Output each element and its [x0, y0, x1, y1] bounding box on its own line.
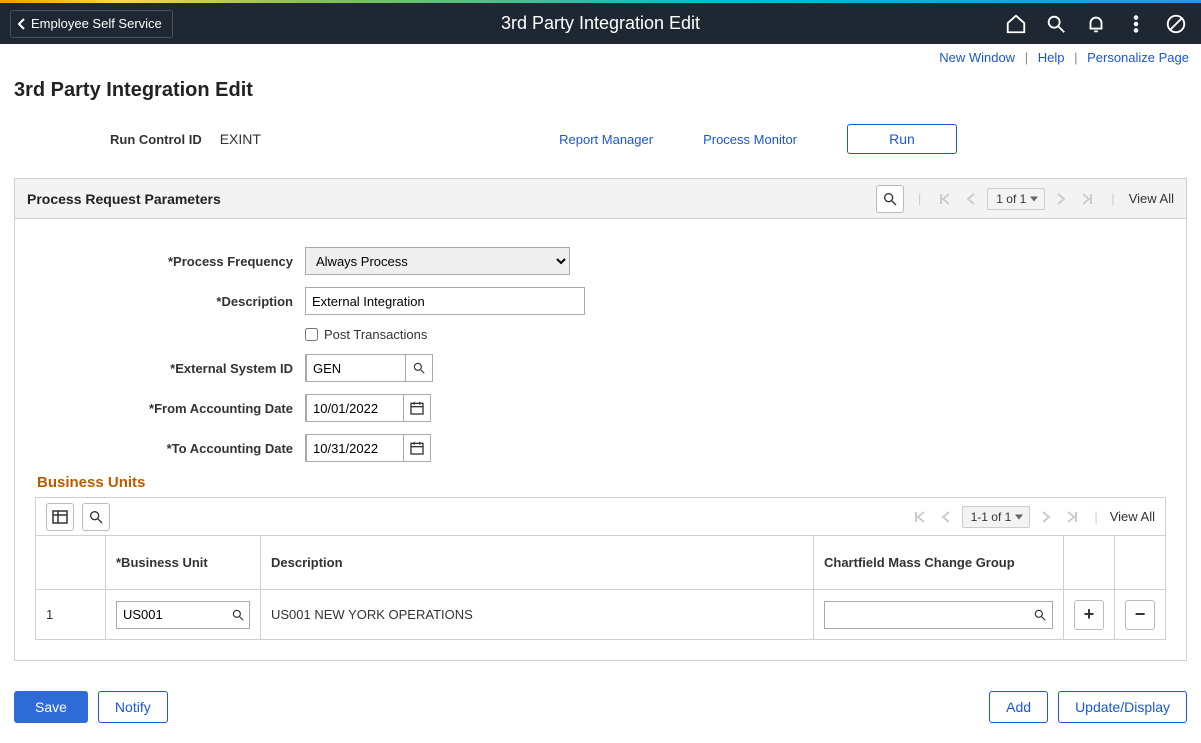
description-input[interactable]: [305, 287, 585, 315]
bottom-toolbar: Save Notify Add Update/Display: [0, 681, 1201, 743]
new-window-link[interactable]: New Window: [939, 50, 1015, 65]
record-nav: 1 of 1: [935, 188, 1097, 210]
to-accounting-date-input[interactable]: [306, 434, 404, 462]
post-transactions-label: Post Transactions: [324, 327, 427, 342]
section-header-tools: | 1 of 1 | View All: [876, 185, 1174, 213]
view-all-link[interactable]: View All: [1129, 191, 1174, 206]
notify-button[interactable]: Notify: [98, 691, 168, 723]
home-icon[interactable]: [1005, 13, 1027, 35]
business-unit-input[interactable]: [117, 602, 228, 628]
business-units-toolbar: 1-1 of 1 | View All: [35, 497, 1166, 535]
business-units-grid: *Business Unit Description Chartfield Ma…: [35, 535, 1166, 640]
process-frequency-select[interactable]: Always Process: [305, 247, 570, 275]
section-header: Process Request Parameters | 1 of 1 | Vi…: [15, 179, 1186, 219]
table-row: 1 US001 NEW YORK OPERATIONS: [36, 590, 1166, 640]
find-button[interactable]: [876, 185, 904, 213]
external-system-lookup-icon[interactable]: [406, 361, 432, 375]
grid-next-icon[interactable]: [1036, 507, 1056, 527]
find-in-grid-button[interactable]: [82, 503, 110, 531]
last-record-icon[interactable]: [1077, 189, 1097, 209]
external-system-id-label: *External System ID: [35, 361, 305, 376]
update-display-button[interactable]: Update/Display: [1058, 691, 1187, 723]
col-business-unit[interactable]: *Business Unit: [106, 536, 261, 590]
back-button-label: Employee Self Service: [31, 16, 162, 31]
to-accounting-date-label: *To Accounting Date: [35, 441, 305, 456]
page-title: 3rd Party Integration Edit: [14, 79, 1187, 102]
help-link[interactable]: Help: [1038, 50, 1065, 65]
to-date-calendar-icon[interactable]: [404, 440, 430, 456]
process-monitor-link[interactable]: Process Monitor: [703, 132, 797, 147]
run-button[interactable]: Run: [847, 124, 957, 154]
add-button[interactable]: Add: [989, 691, 1048, 723]
next-record-icon[interactable]: [1051, 189, 1071, 209]
back-button[interactable]: Employee Self Service: [10, 10, 173, 38]
add-row-button[interactable]: +: [1074, 600, 1104, 630]
post-transactions-checkbox[interactable]: [305, 328, 318, 341]
record-counter-select[interactable]: 1 of 1: [987, 188, 1045, 210]
search-icon: [882, 191, 898, 207]
col-chartfield-mass-change-group[interactable]: Chartfield Mass Change Group: [814, 536, 1064, 590]
save-button[interactable]: Save: [14, 691, 88, 723]
delete-row-button[interactable]: −: [1125, 600, 1155, 630]
page-utility-links: New Window | Help | Personalize Page: [0, 44, 1201, 65]
chartfield-group-lookup-icon[interactable]: [1029, 608, 1052, 622]
chevron-left-icon: [17, 17, 27, 31]
row-description: US001 NEW YORK OPERATIONS: [261, 590, 814, 640]
run-control-row: Run Control ID EXINT Report Manager Proc…: [0, 110, 1201, 178]
separator: |: [1025, 50, 1028, 65]
bell-icon[interactable]: [1085, 13, 1107, 35]
section-title: Process Request Parameters: [27, 191, 221, 207]
grid-last-icon[interactable]: [1062, 507, 1082, 527]
separator: |: [918, 191, 921, 206]
description-label: *Description: [35, 294, 305, 309]
report-manager-link[interactable]: Report Manager: [559, 132, 653, 147]
from-date-calendar-icon[interactable]: [404, 400, 430, 416]
personalize-grid-button[interactable]: [46, 503, 74, 531]
search-icon[interactable]: [1045, 13, 1067, 35]
personalize-link[interactable]: Personalize Page: [1087, 50, 1189, 65]
search-icon: [88, 509, 104, 525]
grid-counter-select[interactable]: 1-1 of 1: [962, 506, 1031, 528]
compass-icon[interactable]: [1165, 13, 1187, 35]
grid-header-row: *Business Unit Description Chartfield Ma…: [36, 536, 1166, 590]
app-header-actions: [1005, 13, 1201, 35]
page-heading-area: 3rd Party Integration Edit: [0, 65, 1201, 110]
separator: |: [1111, 191, 1114, 206]
from-accounting-date-input[interactable]: [306, 394, 404, 422]
prev-record-icon[interactable]: [961, 189, 981, 209]
run-control-id-value: EXINT: [220, 131, 261, 147]
business-unit-lookup-icon[interactable]: [228, 608, 249, 622]
process-frequency-label: *Process Frequency: [35, 254, 305, 269]
form-body: *Process Frequency Always Process *Descr…: [15, 219, 1186, 660]
separator: |: [1094, 509, 1097, 524]
col-description[interactable]: Description: [261, 536, 814, 590]
row-number: 1: [36, 590, 106, 640]
chartfield-group-input[interactable]: [825, 602, 1029, 628]
grid-view-all-link[interactable]: View All: [1110, 509, 1155, 524]
run-control-id-label: Run Control ID: [110, 132, 202, 147]
app-header: Employee Self Service 3rd Party Integrat…: [0, 0, 1201, 44]
first-record-icon[interactable]: [935, 189, 955, 209]
grid-first-icon[interactable]: [910, 507, 930, 527]
business-units-title: Business Units: [37, 474, 1166, 491]
separator: |: [1074, 50, 1077, 65]
grid-prev-icon[interactable]: [936, 507, 956, 527]
from-accounting-date-label: *From Accounting Date: [35, 401, 305, 416]
external-system-id-input[interactable]: [306, 354, 406, 382]
kebab-menu-icon[interactable]: [1125, 13, 1147, 35]
process-request-parameters-section: Process Request Parameters | 1 of 1 | Vi…: [14, 178, 1187, 661]
grid-settings-icon: [52, 509, 68, 525]
